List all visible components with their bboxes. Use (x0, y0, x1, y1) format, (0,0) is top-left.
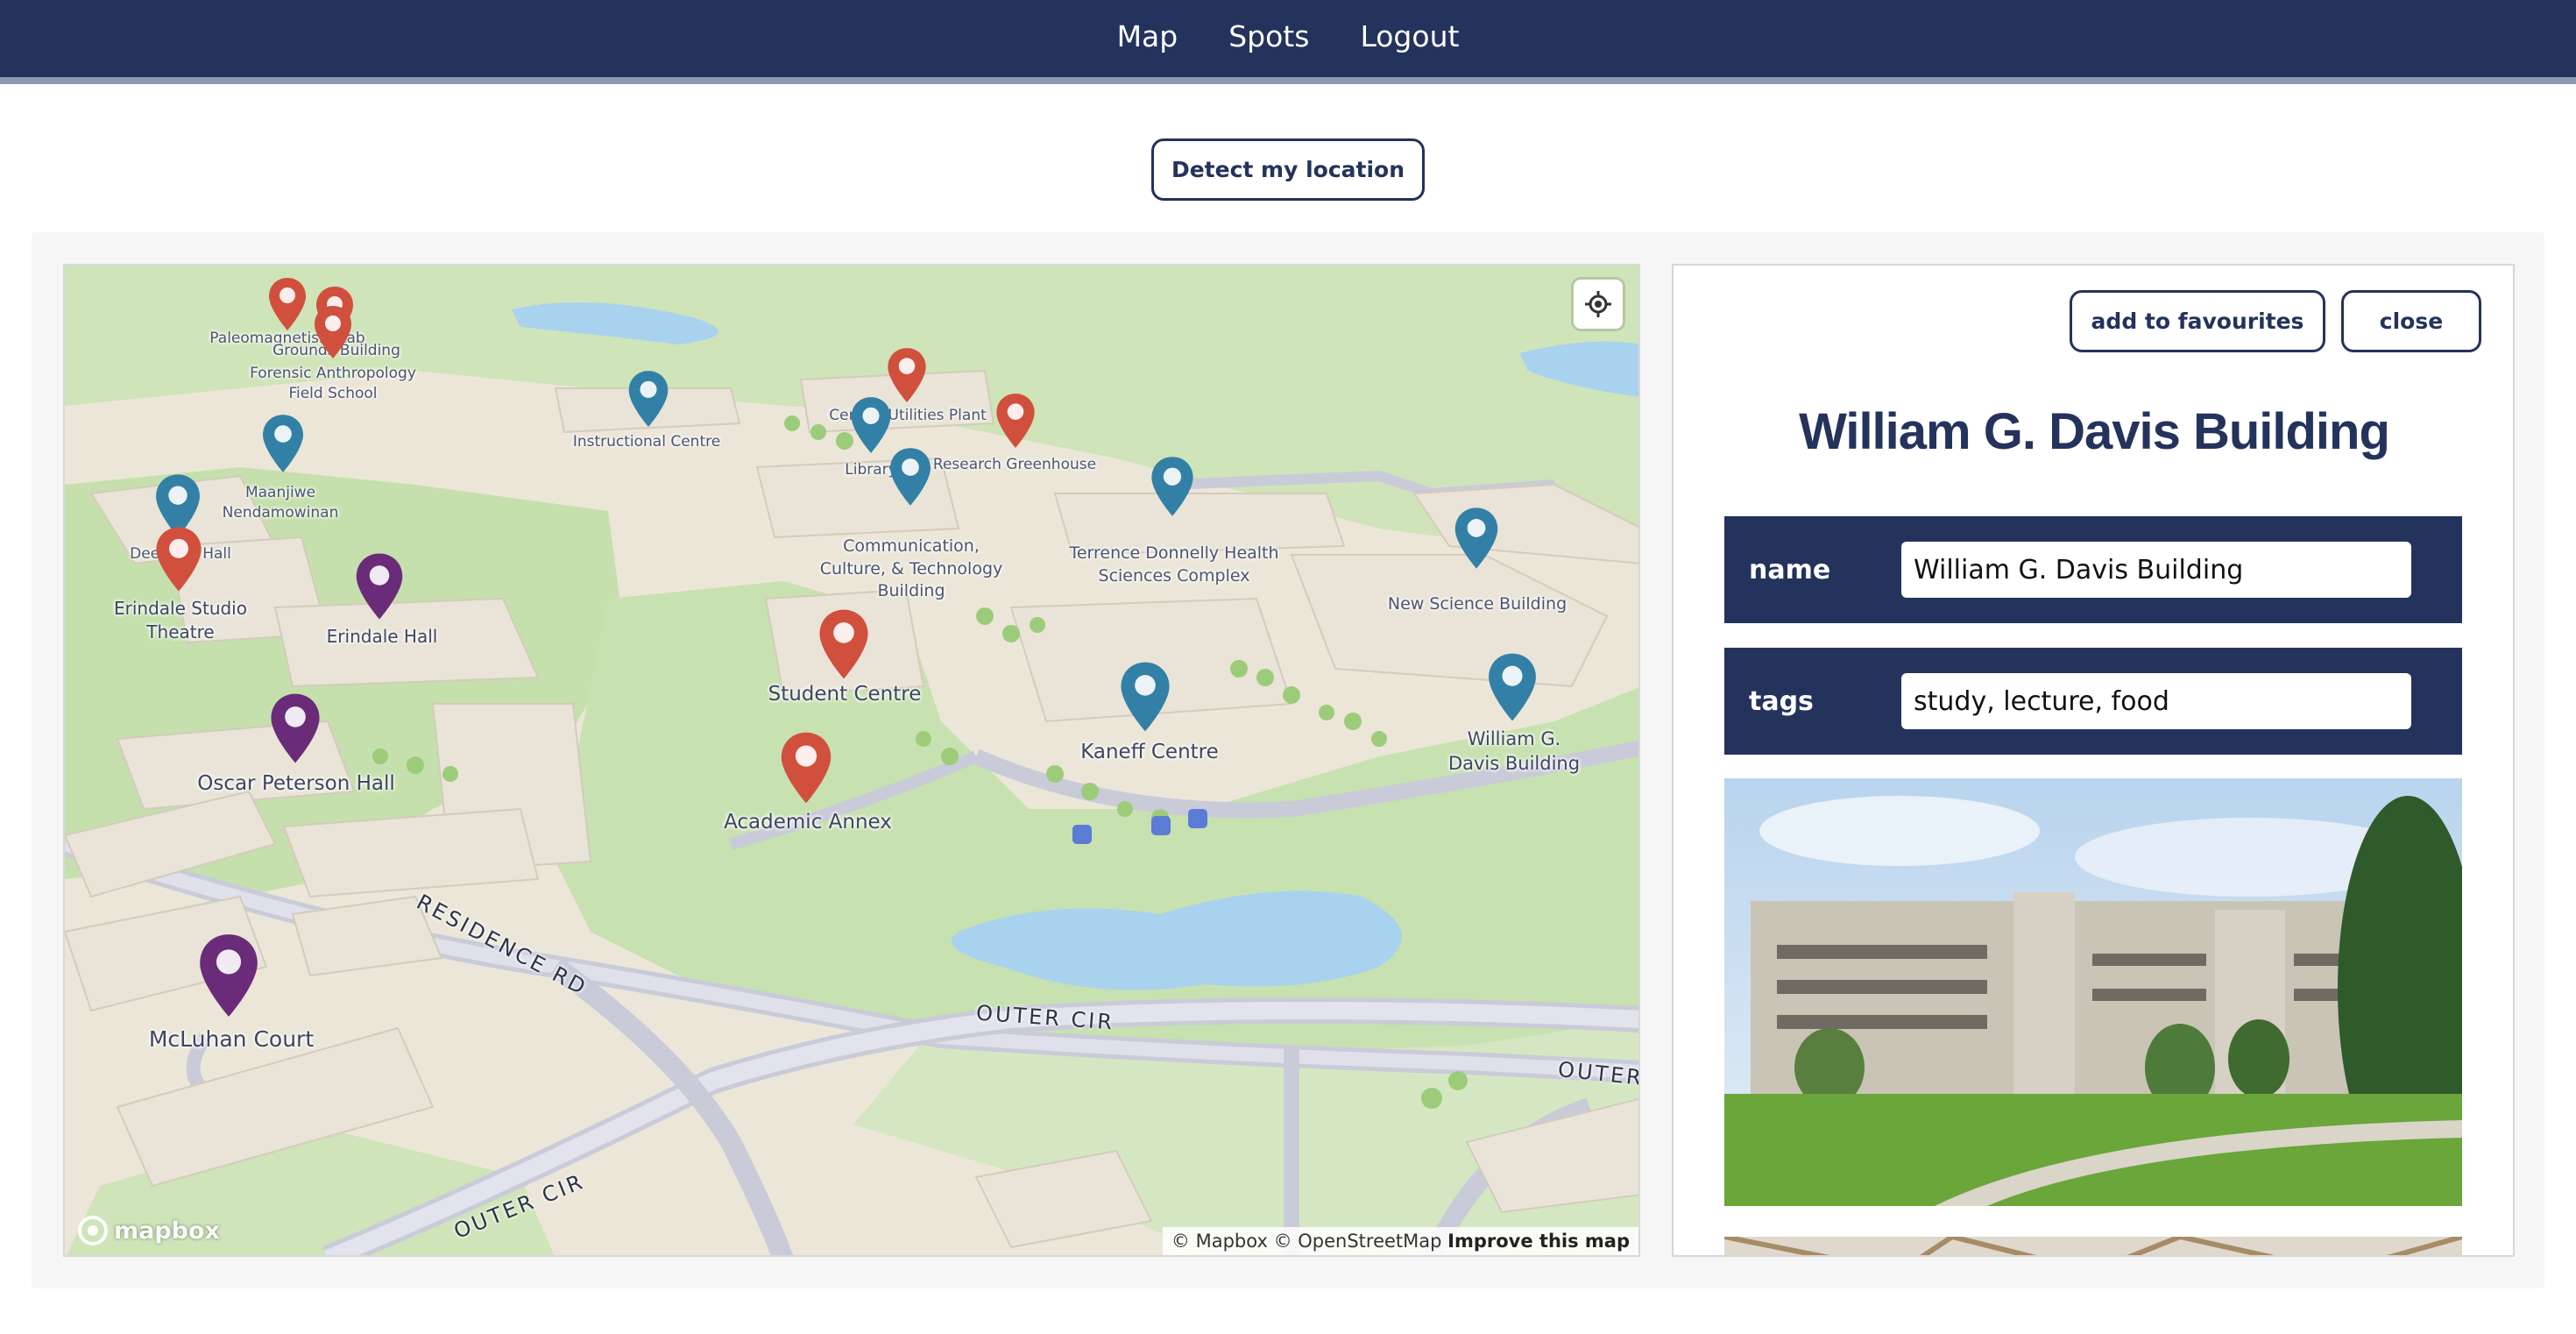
building-photo-second (1724, 1237, 2462, 1255)
label-oscar-peterson-hall: Oscar Peterson Hall (197, 772, 395, 795)
map-pin-blue[interactable] (887, 446, 934, 507)
spot-title: William G. Davis Building (1799, 403, 2390, 460)
attribution-osm-link[interactable]: © OpenStreetMap (1274, 1231, 1442, 1252)
map-pin-red[interactable] (815, 607, 873, 681)
improve-map-link[interactable]: Improve this map (1447, 1231, 1630, 1252)
detect-location-button[interactable]: Detect my location (1151, 138, 1425, 201)
map-pin-red[interactable] (994, 392, 1037, 450)
map-attribution: © Mapbox © OpenStreetMap Improve this ma… (1162, 1227, 1638, 1255)
building-photo-image (1724, 778, 2462, 1206)
close-button[interactable]: close (2341, 290, 2481, 352)
building-photo (1724, 778, 2462, 1206)
name-field-row: name William G. Davis Building (1724, 516, 2462, 623)
map-pin-blue[interactable] (1148, 455, 1197, 518)
name-label: name (1749, 554, 1831, 585)
add-to-favourites-button[interactable]: add to favourites (2070, 290, 2325, 352)
map-pin-blue[interactable] (1451, 506, 1502, 571)
tags-label: tags (1749, 685, 1814, 717)
label-research-greenhouse: Research Greenhouse (932, 456, 1097, 473)
name-input[interactable]: William G. Davis Building (1901, 542, 2411, 598)
map-pin-red[interactable] (266, 276, 308, 332)
label-kaneff-centre: Kaneff Centre (1080, 741, 1219, 763)
map-pin-blue[interactable] (1484, 651, 1540, 723)
label-new-science-building: New Science Building (1387, 594, 1568, 614)
label-academic-annex: Academic Annex (724, 811, 892, 834)
map-pin-blue[interactable] (1116, 660, 1174, 734)
attribution-mapbox-link[interactable]: © Mapbox (1171, 1231, 1268, 1252)
nav-spots-link[interactable]: Spots (1228, 19, 1309, 59)
label-student-centre: Student Centre (768, 683, 922, 706)
mapbox-logo-icon (78, 1216, 108, 1245)
map-pin-purple[interactable] (266, 692, 324, 765)
map-pin-red[interactable] (312, 304, 354, 360)
label-ccit: Communication, Culture, & Technology Bui… (819, 536, 1003, 601)
label-erindale-hall: Erindale Hall (326, 626, 438, 647)
tags-field-row: tags study, lecture, food (1724, 648, 2462, 755)
spot-detail-panel: add to favourites close William G. Davis… (1672, 264, 2515, 1257)
mapbox-logo[interactable]: mapbox (77, 1215, 220, 1246)
map-pin-purple[interactable] (195, 932, 263, 1019)
campus-map[interactable]: Paleomagnetism Lab Grounds Building Fore… (63, 264, 1640, 1257)
nav-map-link[interactable]: Map (1117, 19, 1178, 59)
label-william-davis: William G. Davis Building (1447, 728, 1581, 775)
building-photo-second-image (1724, 1237, 2462, 1255)
label-terrence-donnelly: Terrence Donnelly Health Sciences Comple… (1069, 543, 1279, 585)
label-maanjiwe: Maanjiwe Nendamowinan (222, 484, 339, 522)
tags-input[interactable]: study, lecture, food (1901, 673, 2411, 729)
mapbox-logo-text: mapbox (114, 1217, 220, 1245)
map-pin-red[interactable] (152, 525, 205, 593)
map-pin-purple[interactable] (352, 551, 407, 621)
label-instructional-centre: Instructional Centre (572, 433, 721, 451)
label-mcluhan-court: McLuhan Court (148, 1026, 315, 1052)
geolocate-button[interactable] (1574, 280, 1623, 329)
map-pin-blue[interactable] (259, 413, 307, 474)
crosshair-icon (1585, 291, 1611, 317)
label-erindale-studio-theatre: Erindale Studio Theatre (114, 598, 247, 642)
map-pin-red[interactable] (776, 730, 836, 805)
label-forensic-school: Forensic Anthropology Field School (250, 365, 416, 402)
map-pin-blue[interactable] (626, 369, 671, 429)
nav-logout-link[interactable]: Logout (1360, 19, 1459, 59)
top-navbar: Map Spots Logout (0, 0, 2576, 84)
